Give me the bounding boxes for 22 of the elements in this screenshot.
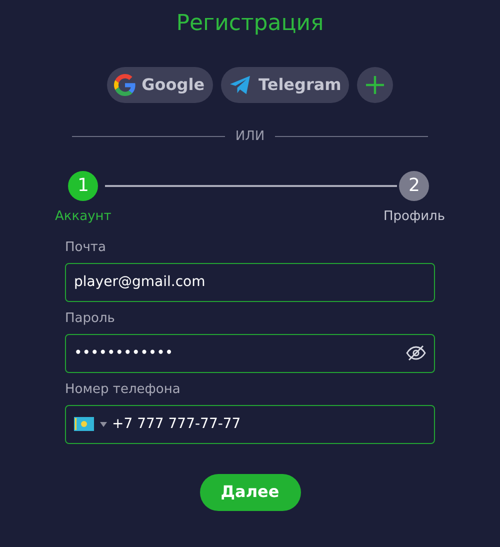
add-button[interactable]: [357, 67, 394, 103]
field-label: Пароль: [65, 310, 116, 328]
google-button[interactable]: Google: [106, 67, 213, 103]
telegram-button[interactable]: Telegram: [220, 67, 350, 103]
dropdown-caret-icon: [100, 422, 107, 426]
field-label: Номер телефона: [65, 380, 182, 398]
input-field[interactable]: ••••••••••••: [65, 334, 435, 372]
field-label: Почта: [65, 238, 107, 256]
step-label: Аккаунт: [55, 208, 112, 226]
step-label: Профиль: [383, 208, 445, 226]
flag-icon: [74, 417, 94, 431]
eye-slash-icon[interactable]: [406, 345, 426, 361]
google-icon: [114, 74, 136, 96]
email-input[interactable]: player@gmail.com: [74, 272, 426, 292]
phone-field[interactable]: +7 777 777-77-77: [65, 404, 435, 444]
divider-label: ИЛИ: [235, 128, 265, 146]
phone-input[interactable]: +7 777 777-77-77: [112, 414, 426, 434]
plus-icon: [365, 75, 386, 95]
page-title: Регистрация: [176, 10, 324, 38]
input-field[interactable]: player@gmail.com: [65, 262, 435, 302]
paper-plane-icon: [228, 75, 251, 95]
password-input[interactable]: ••••••••••••: [74, 342, 406, 364]
